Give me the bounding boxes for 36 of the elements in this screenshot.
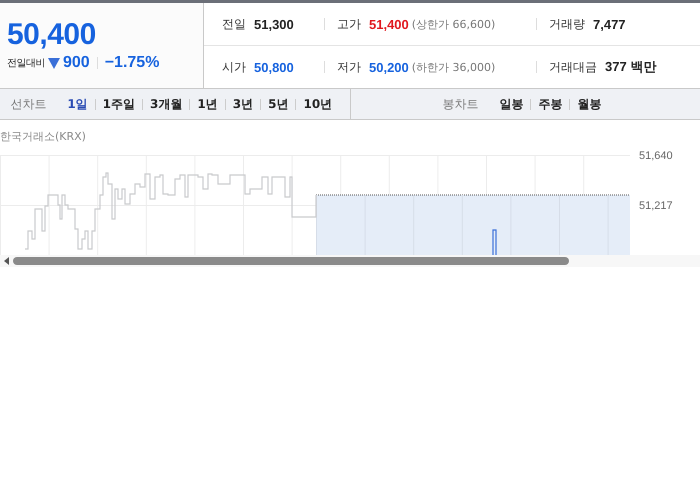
stat-value: 50,200: [369, 60, 409, 74]
period-tab[interactable]: 일봉: [492, 96, 530, 112]
exchange-source: 한국거래소(KRX): [0, 129, 87, 145]
stat-label: 시가: [222, 58, 246, 76]
period-tab[interactable]: 5년: [261, 96, 296, 112]
tab-group-title: 선차트: [10, 96, 46, 112]
scrollbar-thumb[interactable]: [13, 257, 569, 265]
stat-label: 저가: [337, 58, 361, 76]
stat-label: 전일: [222, 16, 246, 32]
change-amount: 900: [63, 54, 90, 72]
stat-label: 거래대금: [549, 58, 597, 76]
period-tab[interactable]: 주봉: [531, 96, 570, 112]
price-limit-note: (상한가 66,600): [412, 16, 496, 32]
period-tab[interactable]: 3년: [226, 96, 260, 112]
stat-label: 거래량: [549, 16, 585, 32]
scroll-left-icon[interactable]: [4, 257, 9, 265]
period-tab[interactable]: 1주일: [96, 96, 142, 112]
stat-value: 377 백만: [605, 58, 656, 76]
tab-group-title: 봉차트: [442, 96, 478, 112]
stat-value: 7,477: [593, 16, 626, 32]
pulse-line: [492, 229, 497, 255]
change-rate: −1.75%: [104, 54, 160, 72]
current-price: 50,400: [7, 19, 97, 51]
y-axis-label: 51,640: [639, 150, 673, 162]
period-tab[interactable]: 월봉: [570, 96, 608, 112]
stat-value: 50,800: [254, 60, 294, 74]
stat-value: 51,400: [369, 16, 409, 32]
period-tab[interactable]: 1일: [60, 96, 95, 112]
stat-value: 51,300: [254, 16, 294, 32]
y-axis-label: 51,217: [639, 200, 673, 212]
period-tab[interactable]: 1년: [190, 96, 225, 112]
change-label: 전일대비: [7, 57, 45, 70]
stat-label: 고가: [337, 16, 361, 32]
period-tab[interactable]: 3개월: [143, 96, 190, 112]
period-tab[interactable]: 10년: [296, 96, 340, 112]
price-limit-note: (하한가 36,000): [412, 60, 496, 74]
